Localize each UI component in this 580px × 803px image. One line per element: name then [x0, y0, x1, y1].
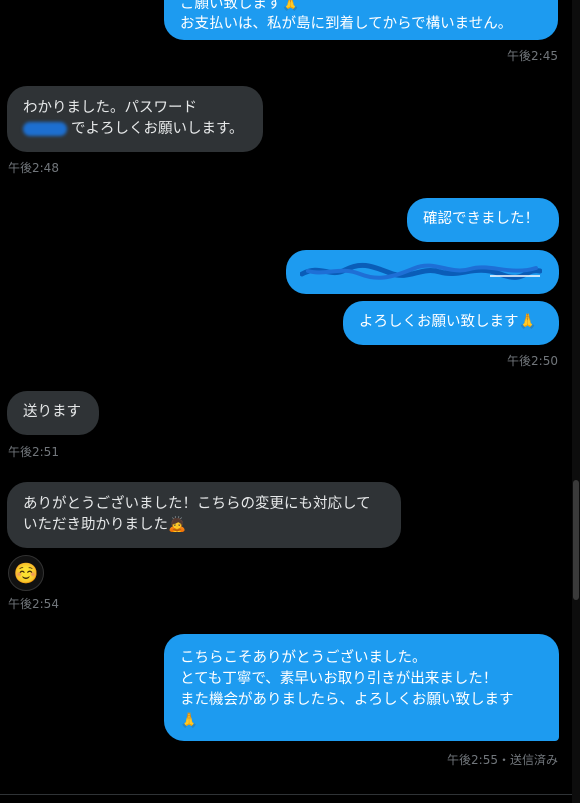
emoji-message[interactable]: ☺️ [8, 555, 44, 591]
message-text: 確認できました！ [423, 211, 539, 227]
message-text: とても丁寧で、素早いお取り引きが出来ました！ [180, 671, 498, 687]
incoming-message-bubble[interactable]: わかりました。パスワード でよろしくお願いします。 [7, 86, 263, 152]
scrollbar-thumb[interactable] [573, 480, 579, 600]
outgoing-message-bubble[interactable]: 確認できました！ [407, 198, 559, 242]
message-timestamp: 午後2:50 [507, 354, 558, 368]
incoming-message-bubble[interactable]: 送ります [7, 391, 99, 435]
message-timestamp: 午後2:51 [8, 445, 59, 459]
outgoing-message-bubble[interactable]: よろしくお願い致します🙏 [343, 301, 559, 345]
outgoing-message-bubble-redacted[interactable] [286, 250, 559, 294]
message-text: ご願い致します🙏 [180, 0, 300, 12]
message-text: また機会がありましたら、よろしくお願い致します [180, 692, 514, 708]
message-text: お支払いは、私が島に到着してからで構いません。 [180, 16, 513, 32]
divider [0, 794, 580, 795]
message-status: 午後2:55・送信済み [447, 753, 558, 767]
message-timestamp: 午後2:48 [8, 161, 59, 175]
redacted-password [23, 122, 67, 136]
outgoing-message-bubble[interactable]: こちらこそありがとうございました。 とても丁寧で、素早いお取り引きが出来ました！… [164, 634, 559, 741]
redaction-scribble [300, 262, 542, 280]
smiling-face-emoji: ☺️ [13, 561, 39, 585]
message-timestamp: 午後2:45 [507, 49, 558, 63]
message-text: いただき助かりました🙇 [23, 517, 187, 533]
message-text: わかりました。パスワード [23, 100, 197, 116]
message-timestamp: 午後2:54 [8, 597, 59, 611]
message-text: ありがとうございました！こちらの変更にも対応して [23, 496, 371, 512]
message-text: よろしくお願い致します🙏 [359, 314, 537, 330]
scrollbar[interactable] [572, 0, 580, 803]
incoming-message-bubble[interactable]: ありがとうございました！こちらの変更にも対応して いただき助かりました🙇 [7, 482, 401, 548]
message-text: 🙏 [180, 713, 199, 729]
message-text: でよろしくお願いします。 [71, 121, 244, 137]
outgoing-message-bubble[interactable]: ご願い致します🙏 お支払いは、私が島に到着してからで構いません。 [164, 0, 558, 40]
message-text: こちらこそありがとうございました。 [180, 650, 427, 666]
message-text: 送ります [23, 404, 81, 420]
